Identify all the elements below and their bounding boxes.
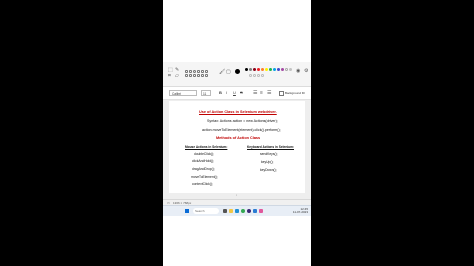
layers-icon[interactable]: ⚙ [304,69,308,74]
strikethrough-button[interactable]: S [240,90,243,96]
task-view-icon[interactable] [223,209,227,213]
custom-swatch-0[interactable] [249,74,252,77]
taskbar-search-input[interactable]: Search [193,208,219,214]
color-picker-icon[interactable]: ◉ [296,69,300,74]
clock-date: 11-07-2023 [292,210,308,214]
shape-heart-icon[interactable] [205,74,208,77]
checkbox-box [279,90,284,96]
swatch-4[interactable] [261,68,264,71]
resize-handle-icon[interactable]: ▫ [236,193,237,198]
swatch-1[interactable] [249,68,252,71]
phone-screen: ⬚ ⌗ ✎ ▱ 🖌 ▢ ◉ ⚙ Calibri 11 B I U S ☰ ≡ ☰… [163,0,311,266]
mouse-item: doubleClick(); [194,152,215,156]
swatch-2[interactable] [253,68,256,71]
canvas-top-area [163,0,311,62]
swatch-0[interactable] [245,68,248,71]
text-format-bar: Calibri 11 B I U S ☰ ≡ ☰ Background fill [163,87,311,100]
swatch-6[interactable] [269,68,272,71]
align-center-icon[interactable]: ≡ [260,91,263,96]
shape-rect-icon[interactable] [197,70,200,73]
below-screen-area [163,216,311,266]
mouse-item: dragAndDrop(); [192,167,215,171]
bold-button[interactable]: B [219,90,222,96]
align-right-icon[interactable]: ☰ [267,91,271,96]
shape-arrow-icon[interactable] [193,74,196,77]
swatch-8[interactable] [277,68,280,71]
edge-icon[interactable] [235,209,239,213]
document-title: Use of Action Class in Selenium webdrive… [199,110,277,114]
size-select[interactable]: 11 [201,90,211,96]
document-page: Use of Action Class in Selenium webdrive… [169,101,305,193]
mouse-item: moveToElement(); [191,175,218,179]
paint-toolbar: ⬚ ⌗ ✎ ▱ 🖌 ▢ ◉ ⚙ [163,62,311,87]
mouse-actions-heading: Mouse Actions in Selenium: [185,145,228,149]
mouse-item: clickAndHold(); [192,159,215,163]
underline-button[interactable]: U [233,90,236,96]
crop-tool-icon[interactable]: ⌗ [168,74,171,79]
swatch-5[interactable] [265,68,268,71]
windows-taskbar: Search 12:45 11-07-2023 [163,205,311,216]
swatch-7[interactable] [273,68,276,71]
shape-oval-icon[interactable] [193,70,196,73]
shape-triangle-icon[interactable] [201,70,204,73]
align-left-icon[interactable]: ☰ [253,91,257,96]
swatch-9[interactable] [281,68,284,71]
outline-icon[interactable]: ▢ [226,70,231,75]
background-fill-label: Background fill [285,91,305,95]
explorer-icon[interactable] [229,209,233,213]
shape-curve-icon[interactable] [189,70,192,73]
swatch-10[interactable] [285,68,288,71]
keyboard-item: keyUp(); [261,160,274,164]
custom-swatch-1[interactable] [253,74,256,77]
chrome-icon[interactable] [241,209,245,213]
eraser-tool-icon[interactable]: ▱ [175,74,179,79]
custom-swatch-3[interactable] [261,74,264,77]
active-color-swatch[interactable] [235,69,240,74]
eclipse-icon[interactable] [247,209,251,213]
paint-icon[interactable] [259,209,263,213]
keyboard-actions-heading: Keyboard Actions in Selenium: [247,145,294,149]
italic-button[interactable]: I [226,90,227,96]
keyboard-item: sendKeys(); [260,152,278,156]
syntax-line: Syntax: Actions action = new Actions(dri… [207,119,278,123]
shapes-gallery [185,70,213,80]
mouse-item: contextClick(); [192,182,213,186]
shape-star-icon[interactable] [197,74,200,77]
windows-start-icon[interactable] [185,209,189,213]
keyboard-item: keyDown(); [260,168,277,172]
background-fill-checkbox[interactable]: Background fill [279,90,305,96]
shape-diamond-icon[interactable] [205,70,208,73]
shape-hexagon-icon[interactable] [189,74,192,77]
shape-line-icon[interactable] [185,70,188,73]
store-icon[interactable] [253,209,257,213]
shape-callout-icon[interactable] [201,74,204,77]
system-tray[interactable]: 12:45 11-07-2023 [293,208,308,214]
methods-heading: Methods of Action Class [216,136,261,140]
example-line: action.moveToElement(element).click().pe… [202,128,281,132]
font-select[interactable]: Calibri [169,90,197,96]
swatch-3[interactable] [257,68,260,71]
shape-pentagon-icon[interactable] [185,74,188,77]
brush-icon[interactable]: 🖌 [219,70,225,75]
swatch-11[interactable] [289,68,292,71]
custom-swatch-2[interactable] [257,74,260,77]
